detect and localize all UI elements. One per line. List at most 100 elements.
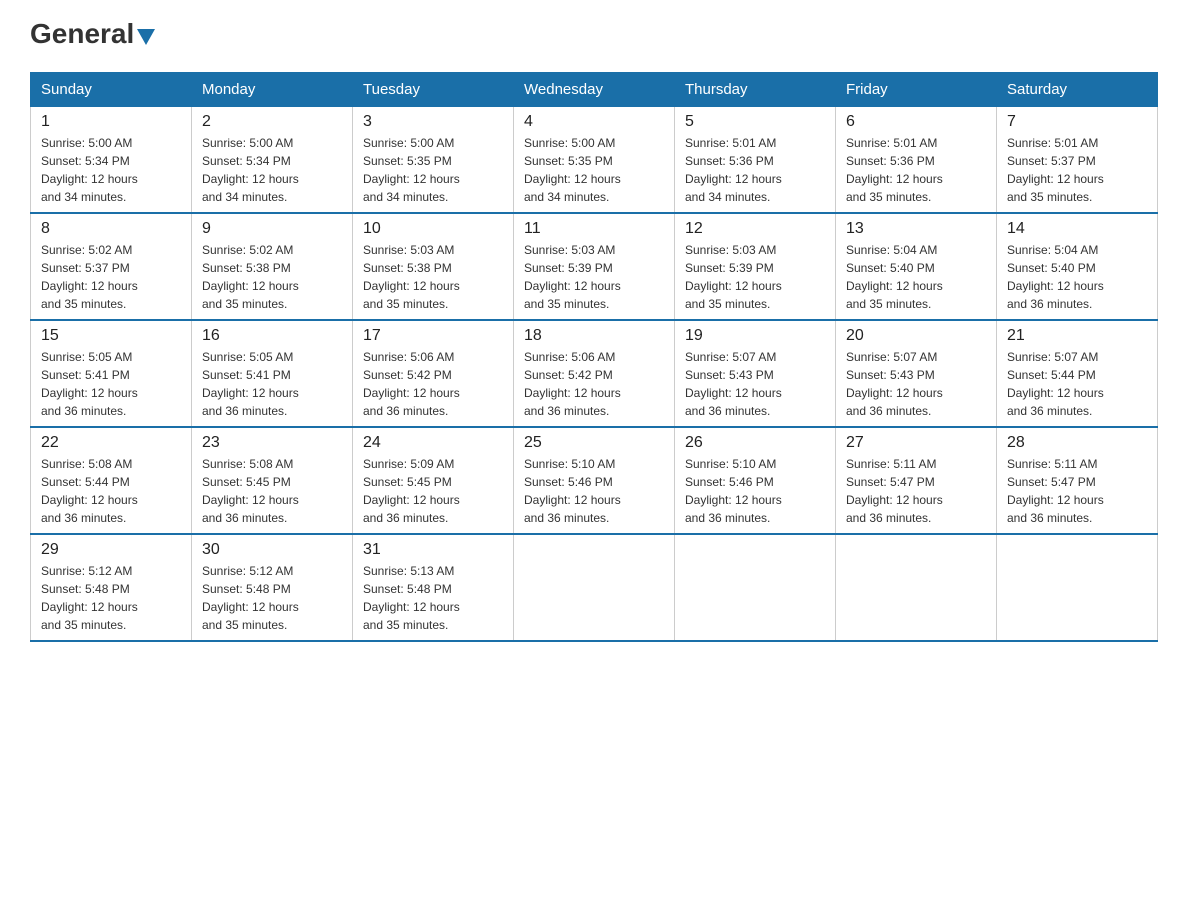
calendar-cell: 3 Sunrise: 5:00 AMSunset: 5:35 PMDaylight…: [353, 106, 514, 213]
day-detail: Sunrise: 5:07 AMSunset: 5:43 PMDaylight:…: [685, 348, 825, 420]
calendar-cell: 11 Sunrise: 5:03 AMSunset: 5:39 PMDayligh…: [514, 213, 675, 320]
calendar-cell: 21 Sunrise: 5:07 AMSunset: 5:44 PMDayligh…: [997, 320, 1158, 427]
calendar-cell: 2 Sunrise: 5:00 AMSunset: 5:34 PMDaylight…: [192, 106, 353, 213]
day-number: 14: [1007, 220, 1147, 238]
col-header-wednesday: Wednesday: [514, 72, 675, 106]
day-detail: Sunrise: 5:00 AMSunset: 5:35 PMDaylight:…: [363, 134, 503, 206]
day-number: 23: [202, 434, 342, 452]
col-header-saturday: Saturday: [997, 72, 1158, 106]
day-number: 26: [685, 434, 825, 452]
day-detail: Sunrise: 5:12 AMSunset: 5:48 PMDaylight:…: [202, 562, 342, 634]
calendar-cell: [997, 534, 1158, 641]
day-number: 19: [685, 327, 825, 345]
calendar-cell: 7 Sunrise: 5:01 AMSunset: 5:37 PMDaylight…: [997, 106, 1158, 213]
day-number: 28: [1007, 434, 1147, 452]
day-number: 15: [41, 327, 181, 345]
calendar-cell: 22 Sunrise: 5:08 AMSunset: 5:44 PMDayligh…: [31, 427, 192, 534]
day-number: 16: [202, 327, 342, 345]
day-detail: Sunrise: 5:02 AMSunset: 5:37 PMDaylight:…: [41, 241, 181, 313]
col-header-tuesday: Tuesday: [353, 72, 514, 106]
day-detail: Sunrise: 5:08 AMSunset: 5:45 PMDaylight:…: [202, 455, 342, 527]
day-detail: Sunrise: 5:03 AMSunset: 5:39 PMDaylight:…: [685, 241, 825, 313]
logo-general: General: [30, 18, 134, 49]
calendar-cell: 15Sunrise: 5:05 AMSunset: 5:41 PMDayligh…: [31, 320, 192, 427]
day-number: 2: [202, 113, 342, 131]
calendar-table: SundayMondayTuesdayWednesdayThursdayFrid…: [30, 72, 1158, 642]
day-number: 21: [1007, 327, 1147, 345]
calendar-cell: 20 Sunrise: 5:07 AMSunset: 5:43 PMDayligh…: [836, 320, 997, 427]
calendar-header-row: SundayMondayTuesdayWednesdayThursdayFrid…: [31, 72, 1158, 106]
calendar-cell: 14 Sunrise: 5:04 AMSunset: 5:40 PMDayligh…: [997, 213, 1158, 320]
day-number: 13: [846, 220, 986, 238]
day-detail: Sunrise: 5:02 AMSunset: 5:38 PMDaylight:…: [202, 241, 342, 313]
calendar-cell: 29Sunrise: 5:12 AMSunset: 5:48 PMDayligh…: [31, 534, 192, 641]
day-number: 11: [524, 220, 664, 238]
day-detail: Sunrise: 5:08 AMSunset: 5:44 PMDaylight:…: [41, 455, 181, 527]
day-detail: Sunrise: 5:01 AMSunset: 5:36 PMDaylight:…: [685, 134, 825, 206]
day-detail: Sunrise: 5:07 AMSunset: 5:44 PMDaylight:…: [1007, 348, 1147, 420]
calendar-cell: 31 Sunrise: 5:13 AMSunset: 5:48 PMDayligh…: [353, 534, 514, 641]
day-detail: Sunrise: 5:03 AMSunset: 5:39 PMDaylight:…: [524, 241, 664, 313]
day-number: 1: [41, 113, 181, 131]
day-number: 20: [846, 327, 986, 345]
calendar-cell: [514, 534, 675, 641]
day-number: 24: [363, 434, 503, 452]
day-detail: Sunrise: 5:03 AMSunset: 5:38 PMDaylight:…: [363, 241, 503, 313]
day-number: 3: [363, 113, 503, 131]
day-detail: Sunrise: 5:10 AMSunset: 5:46 PMDaylight:…: [524, 455, 664, 527]
calendar-cell: 5Sunrise: 5:01 AMSunset: 5:36 PMDaylight…: [675, 106, 836, 213]
calendar-week-2: 8 Sunrise: 5:02 AMSunset: 5:37 PMDaylight…: [31, 213, 1158, 320]
day-detail: Sunrise: 5:04 AMSunset: 5:40 PMDaylight:…: [1007, 241, 1147, 313]
calendar-cell: [836, 534, 997, 641]
logo-top: General: [30, 20, 155, 50]
calendar-week-4: 22 Sunrise: 5:08 AMSunset: 5:44 PMDayligh…: [31, 427, 1158, 534]
day-number: 22: [41, 434, 181, 452]
day-number: 31: [363, 541, 503, 559]
day-detail: Sunrise: 5:01 AMSunset: 5:36 PMDaylight:…: [846, 134, 986, 206]
day-detail: Sunrise: 5:00 AMSunset: 5:35 PMDaylight:…: [524, 134, 664, 206]
day-detail: Sunrise: 5:12 AMSunset: 5:48 PMDaylight:…: [41, 562, 181, 634]
calendar-cell: 16 Sunrise: 5:05 AMSunset: 5:41 PMDayligh…: [192, 320, 353, 427]
day-number: 8: [41, 220, 181, 238]
day-detail: Sunrise: 5:00 AMSunset: 5:34 PMDaylight:…: [41, 134, 181, 206]
day-number: 6: [846, 113, 986, 131]
calendar-cell: 1 Sunrise: 5:00 AMSunset: 5:34 PMDaylight…: [31, 106, 192, 213]
day-detail: Sunrise: 5:01 AMSunset: 5:37 PMDaylight:…: [1007, 134, 1147, 206]
day-detail: Sunrise: 5:07 AMSunset: 5:43 PMDaylight:…: [846, 348, 986, 420]
page-header: General: [30, 20, 1158, 52]
day-detail: Sunrise: 5:13 AMSunset: 5:48 PMDaylight:…: [363, 562, 503, 634]
calendar-cell: 18 Sunrise: 5:06 AMSunset: 5:42 PMDayligh…: [514, 320, 675, 427]
day-detail: Sunrise: 5:11 AMSunset: 5:47 PMDaylight:…: [1007, 455, 1147, 527]
day-number: 17: [363, 327, 503, 345]
calendar-cell: 28 Sunrise: 5:11 AMSunset: 5:47 PMDayligh…: [997, 427, 1158, 534]
day-detail: Sunrise: 5:06 AMSunset: 5:42 PMDaylight:…: [524, 348, 664, 420]
calendar-cell: 23 Sunrise: 5:08 AMSunset: 5:45 PMDayligh…: [192, 427, 353, 534]
day-detail: Sunrise: 5:00 AMSunset: 5:34 PMDaylight:…: [202, 134, 342, 206]
col-header-friday: Friday: [836, 72, 997, 106]
calendar-cell: 4Sunrise: 5:00 AMSunset: 5:35 PMDaylight…: [514, 106, 675, 213]
day-number: 10: [363, 220, 503, 238]
calendar-week-3: 15 Sunrise: 5:05 AMSunset: 5:41 PMDayligh…: [31, 320, 1158, 427]
logo: General: [30, 20, 155, 52]
calendar-cell: 19 Sunrise: 5:07 AMSunset: 5:43 PMDayligh…: [675, 320, 836, 427]
calendar-cell: [675, 534, 836, 641]
calendar-cell: 26 Sunrise: 5:10 AMSunset: 5:46 PMDayligh…: [675, 427, 836, 534]
day-number: 25: [524, 434, 664, 452]
calendar-cell: 13 Sunrise: 5:04 AMSunset: 5:40 PMDayligh…: [836, 213, 997, 320]
day-detail: Sunrise: 5:05 AMSunset: 5:41 PMDaylight:…: [202, 348, 342, 420]
calendar-cell: 30Sunrise: 5:12 AMSunset: 5:48 PMDayligh…: [192, 534, 353, 641]
calendar-cell: 10 Sunrise: 5:03 AMSunset: 5:38 PMDayligh…: [353, 213, 514, 320]
calendar-cell: 24Sunrise: 5:09 AMSunset: 5:45 PMDayligh…: [353, 427, 514, 534]
col-header-monday: Monday: [192, 72, 353, 106]
calendar-cell: 6 Sunrise: 5:01 AMSunset: 5:36 PMDaylight…: [836, 106, 997, 213]
calendar-cell: 25 Sunrise: 5:10 AMSunset: 5:46 PMDayligh…: [514, 427, 675, 534]
col-header-sunday: Sunday: [31, 72, 192, 106]
day-detail: Sunrise: 5:04 AMSunset: 5:40 PMDaylight:…: [846, 241, 986, 313]
day-number: 27: [846, 434, 986, 452]
day-number: 7: [1007, 113, 1147, 131]
day-detail: Sunrise: 5:11 AMSunset: 5:47 PMDaylight:…: [846, 455, 986, 527]
day-number: 18: [524, 327, 664, 345]
calendar-cell: 9Sunrise: 5:02 AMSunset: 5:38 PMDaylight…: [192, 213, 353, 320]
calendar-week-5: 29Sunrise: 5:12 AMSunset: 5:48 PMDayligh…: [31, 534, 1158, 641]
day-detail: Sunrise: 5:10 AMSunset: 5:46 PMDaylight:…: [685, 455, 825, 527]
